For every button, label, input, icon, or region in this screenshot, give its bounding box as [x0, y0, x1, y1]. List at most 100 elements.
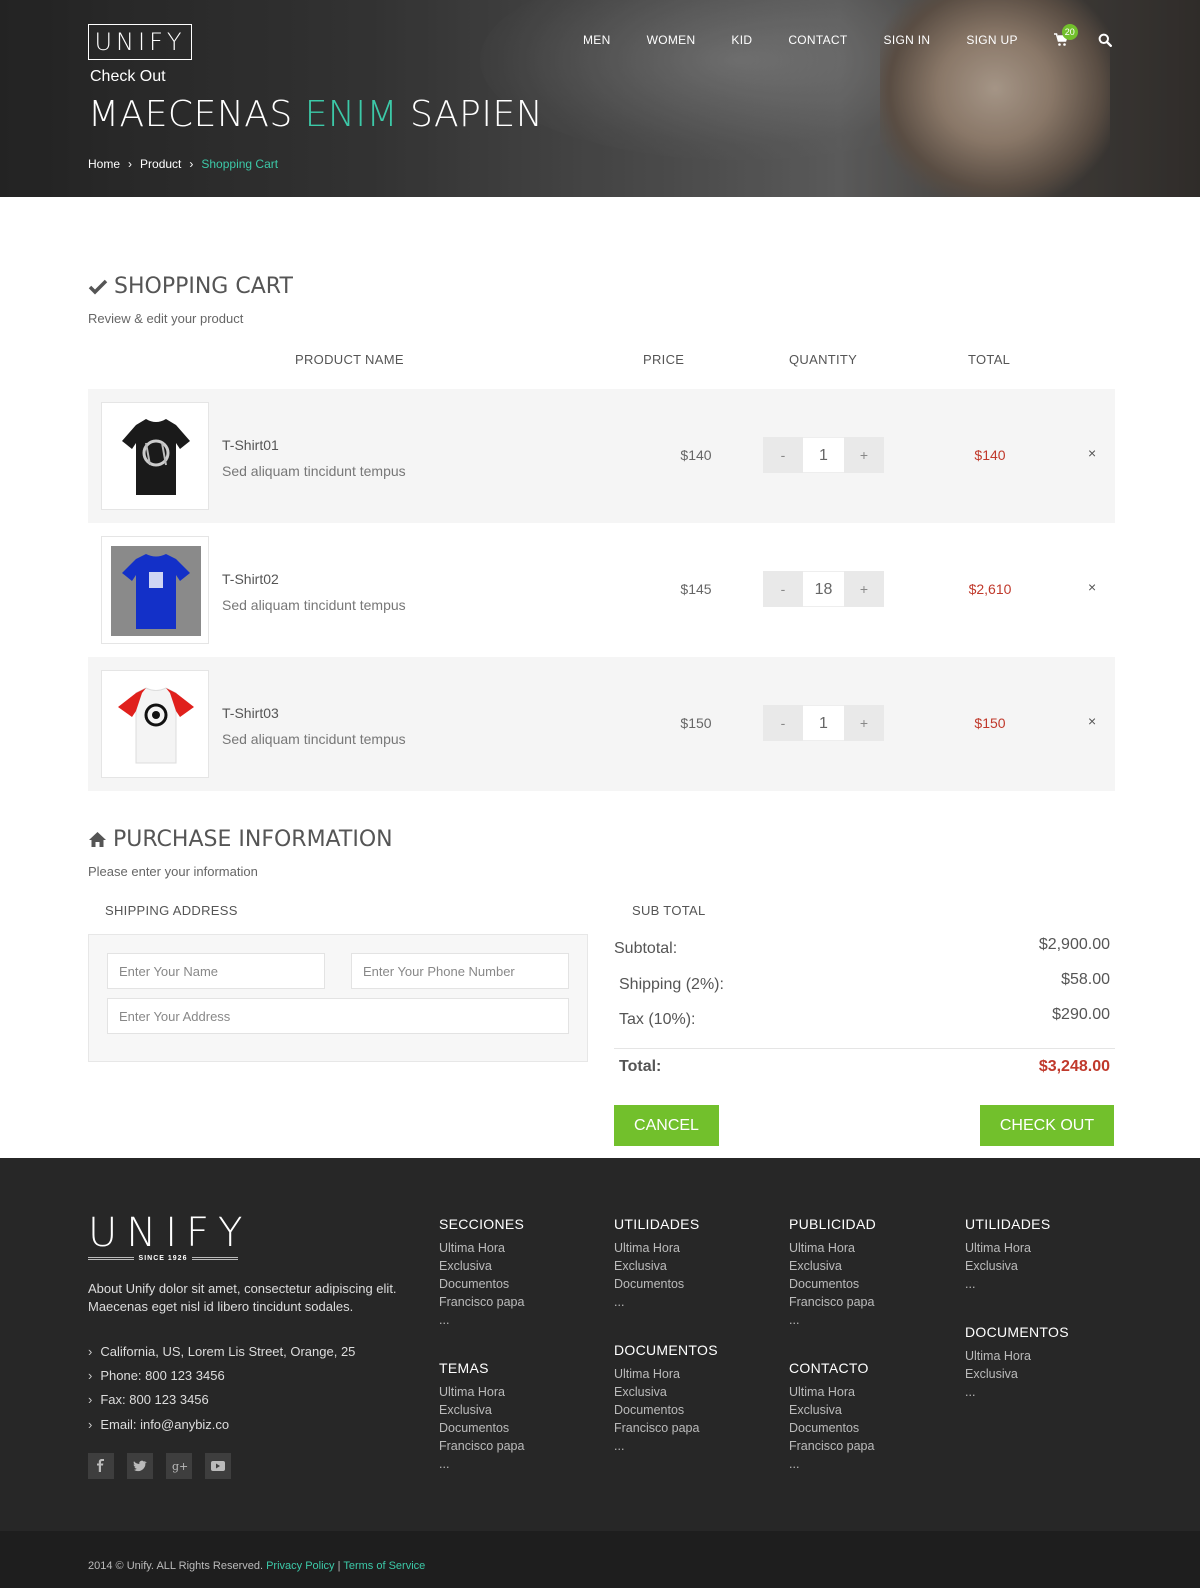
footer-link-list: Ultima Hora Exclusiva Documentos Francis… [439, 1239, 524, 1329]
footer-link[interactable]: Francisco papa [439, 1293, 524, 1311]
shipping-address-heading: SHIPPING ADDRESS [105, 903, 238, 918]
footer-link[interactable]: Exclusiva [439, 1401, 524, 1419]
chevron-right-icon: › [88, 1368, 93, 1383]
breadcrumb: Home › Product › Shopping Cart [88, 157, 286, 171]
footer-link[interactable]: Ultima Hora [439, 1383, 524, 1401]
footer-link-list: Ultima Hora Exclusiva Documentos Francis… [789, 1239, 874, 1329]
nav-sign-up[interactable]: SIGN UP [966, 33, 1017, 47]
terms-of-service-link[interactable]: Terms of Service [343, 1560, 425, 1572]
footer-link[interactable]: Documentos [789, 1275, 874, 1293]
footer-phone: › Phone: 800 123 3456 [88, 1368, 225, 1383]
remove-item-button[interactable]: × [1088, 579, 1096, 595]
name-input[interactable] [107, 953, 325, 989]
footer-link[interactable]: ... [614, 1437, 699, 1455]
footer-link[interactable]: Documentos [439, 1275, 524, 1293]
chevron-right-icon: › [189, 157, 194, 171]
product-name[interactable]: T-Shirt02 [222, 571, 279, 587]
footer-link[interactable]: Documentos [789, 1419, 874, 1437]
footer-link[interactable]: ... [789, 1455, 874, 1473]
footer-link[interactable]: Documentos [439, 1419, 524, 1437]
quantity-stepper: - 1 + [763, 437, 884, 473]
footer-link[interactable]: Documentos [614, 1275, 684, 1293]
cart-count-badge: 20 [1061, 24, 1078, 40]
footer-link[interactable]: ... [965, 1383, 1031, 1401]
increase-qty-button[interactable]: + [844, 705, 884, 741]
breadcrumb-home[interactable]: Home [88, 157, 120, 171]
footer-link[interactable]: Exclusiva [789, 1257, 874, 1275]
home-icon [89, 832, 106, 847]
cart-row: T-Shirt01 Sed aliquam tincidunt tempus $… [88, 389, 1115, 523]
product-name[interactable]: T-Shirt01 [222, 437, 279, 453]
footer-link[interactable]: Francisco papa [789, 1437, 874, 1455]
quantity-input[interactable]: 1 [803, 705, 844, 741]
col-quantity: QUANTITY [789, 352, 858, 367]
chevron-right-icon: › [88, 1417, 93, 1432]
nav-sign-in[interactable]: SIGN IN [884, 33, 931, 47]
footer-link[interactable]: Exclusiva [439, 1257, 524, 1275]
summary-divider [614, 1048, 1115, 1049]
cart-icon[interactable]: 20 [1053, 24, 1078, 47]
footer-link[interactable]: Exclusiva [965, 1257, 1031, 1275]
remove-item-button[interactable]: × [1088, 445, 1096, 461]
shipping-value: $58.00 [1061, 971, 1110, 988]
nav-men[interactable]: MEN [583, 33, 611, 47]
footer-col-title: UTILIDADES [965, 1216, 1051, 1232]
privacy-policy-link[interactable]: Privacy Policy [266, 1560, 334, 1572]
quantity-input[interactable]: 1 [803, 437, 844, 473]
quantity-input[interactable]: 18 [803, 571, 844, 607]
footer-link[interactable]: Ultima Hora [789, 1383, 874, 1401]
cancel-button[interactable]: CANCEL [614, 1105, 719, 1146]
footer-link[interactable]: Exclusiva [614, 1383, 699, 1401]
facebook-icon[interactable] [88, 1453, 114, 1479]
footer-link[interactable]: Francisco papa [614, 1419, 699, 1437]
shipping-label: Shipping (2%): [619, 976, 724, 993]
footer-link[interactable]: ... [439, 1311, 524, 1329]
product-image[interactable] [101, 536, 209, 644]
footer-link[interactable]: Exclusiva [965, 1365, 1031, 1383]
footer-link[interactable]: Documentos [614, 1401, 699, 1419]
footer-logo[interactable]: UNIFY [88, 1213, 251, 1253]
footer-link[interactable]: ... [439, 1455, 524, 1473]
footer-link[interactable]: ... [789, 1311, 874, 1329]
footer-link[interactable]: Exclusiva [614, 1257, 684, 1275]
footer-link[interactable]: Exclusiva [789, 1401, 874, 1419]
product-name[interactable]: T-Shirt03 [222, 705, 279, 721]
google-plus-icon[interactable]: g+ [166, 1453, 192, 1479]
product-image[interactable] [101, 402, 209, 510]
product-image[interactable] [101, 670, 209, 778]
footer-link[interactable]: Ultima Hora [789, 1239, 874, 1257]
remove-item-button[interactable]: × [1088, 713, 1096, 729]
footer-email[interactable]: › Email: info@anybiz.co [88, 1417, 229, 1432]
footer-link[interactable]: Ultima Hora [439, 1239, 524, 1257]
footer-link[interactable]: Francisco papa [789, 1293, 874, 1311]
checkout-button[interactable]: CHECK OUT [980, 1105, 1114, 1146]
footer-link[interactable]: ... [614, 1293, 684, 1311]
youtube-icon[interactable] [205, 1453, 231, 1479]
increase-qty-button[interactable]: + [844, 571, 884, 607]
footer-link[interactable]: Ultima Hora [614, 1365, 699, 1383]
breadcrumb-product[interactable]: Product [140, 157, 181, 171]
footer-link[interactable]: ... [965, 1275, 1031, 1293]
nav-contact[interactable]: CONTACT [788, 33, 847, 47]
address-input[interactable] [107, 998, 569, 1034]
increase-qty-button[interactable]: + [844, 437, 884, 473]
footer-link[interactable]: Ultima Hora [965, 1347, 1031, 1365]
decrease-qty-button[interactable]: - [763, 437, 803, 473]
footer-link[interactable]: Ultima Hora [614, 1239, 684, 1257]
twitter-icon[interactable] [127, 1453, 153, 1479]
footer-fax: › Fax: 800 123 3456 [88, 1392, 209, 1407]
search-icon[interactable] [1098, 33, 1112, 48]
nav-kid[interactable]: KID [731, 33, 752, 47]
cart-row: T-Shirt03 Sed aliquam tincidunt tempus $… [88, 657, 1115, 791]
footer-link[interactable]: Ultima Hora [965, 1239, 1031, 1257]
chevron-right-icon: › [128, 157, 133, 171]
nav-women[interactable]: WOMEN [647, 33, 696, 47]
decrease-qty-button[interactable]: - [763, 705, 803, 741]
phone-input[interactable] [351, 953, 569, 989]
footer-link[interactable]: Francisco papa [439, 1437, 524, 1455]
col-total: TOTAL [968, 352, 1011, 367]
product-price: $145 [680, 581, 712, 597]
decrease-qty-button[interactable]: - [763, 571, 803, 607]
purchase-info-subtitle: Please enter your information [88, 864, 258, 879]
site-logo[interactable]: UNIFY [88, 24, 192, 60]
